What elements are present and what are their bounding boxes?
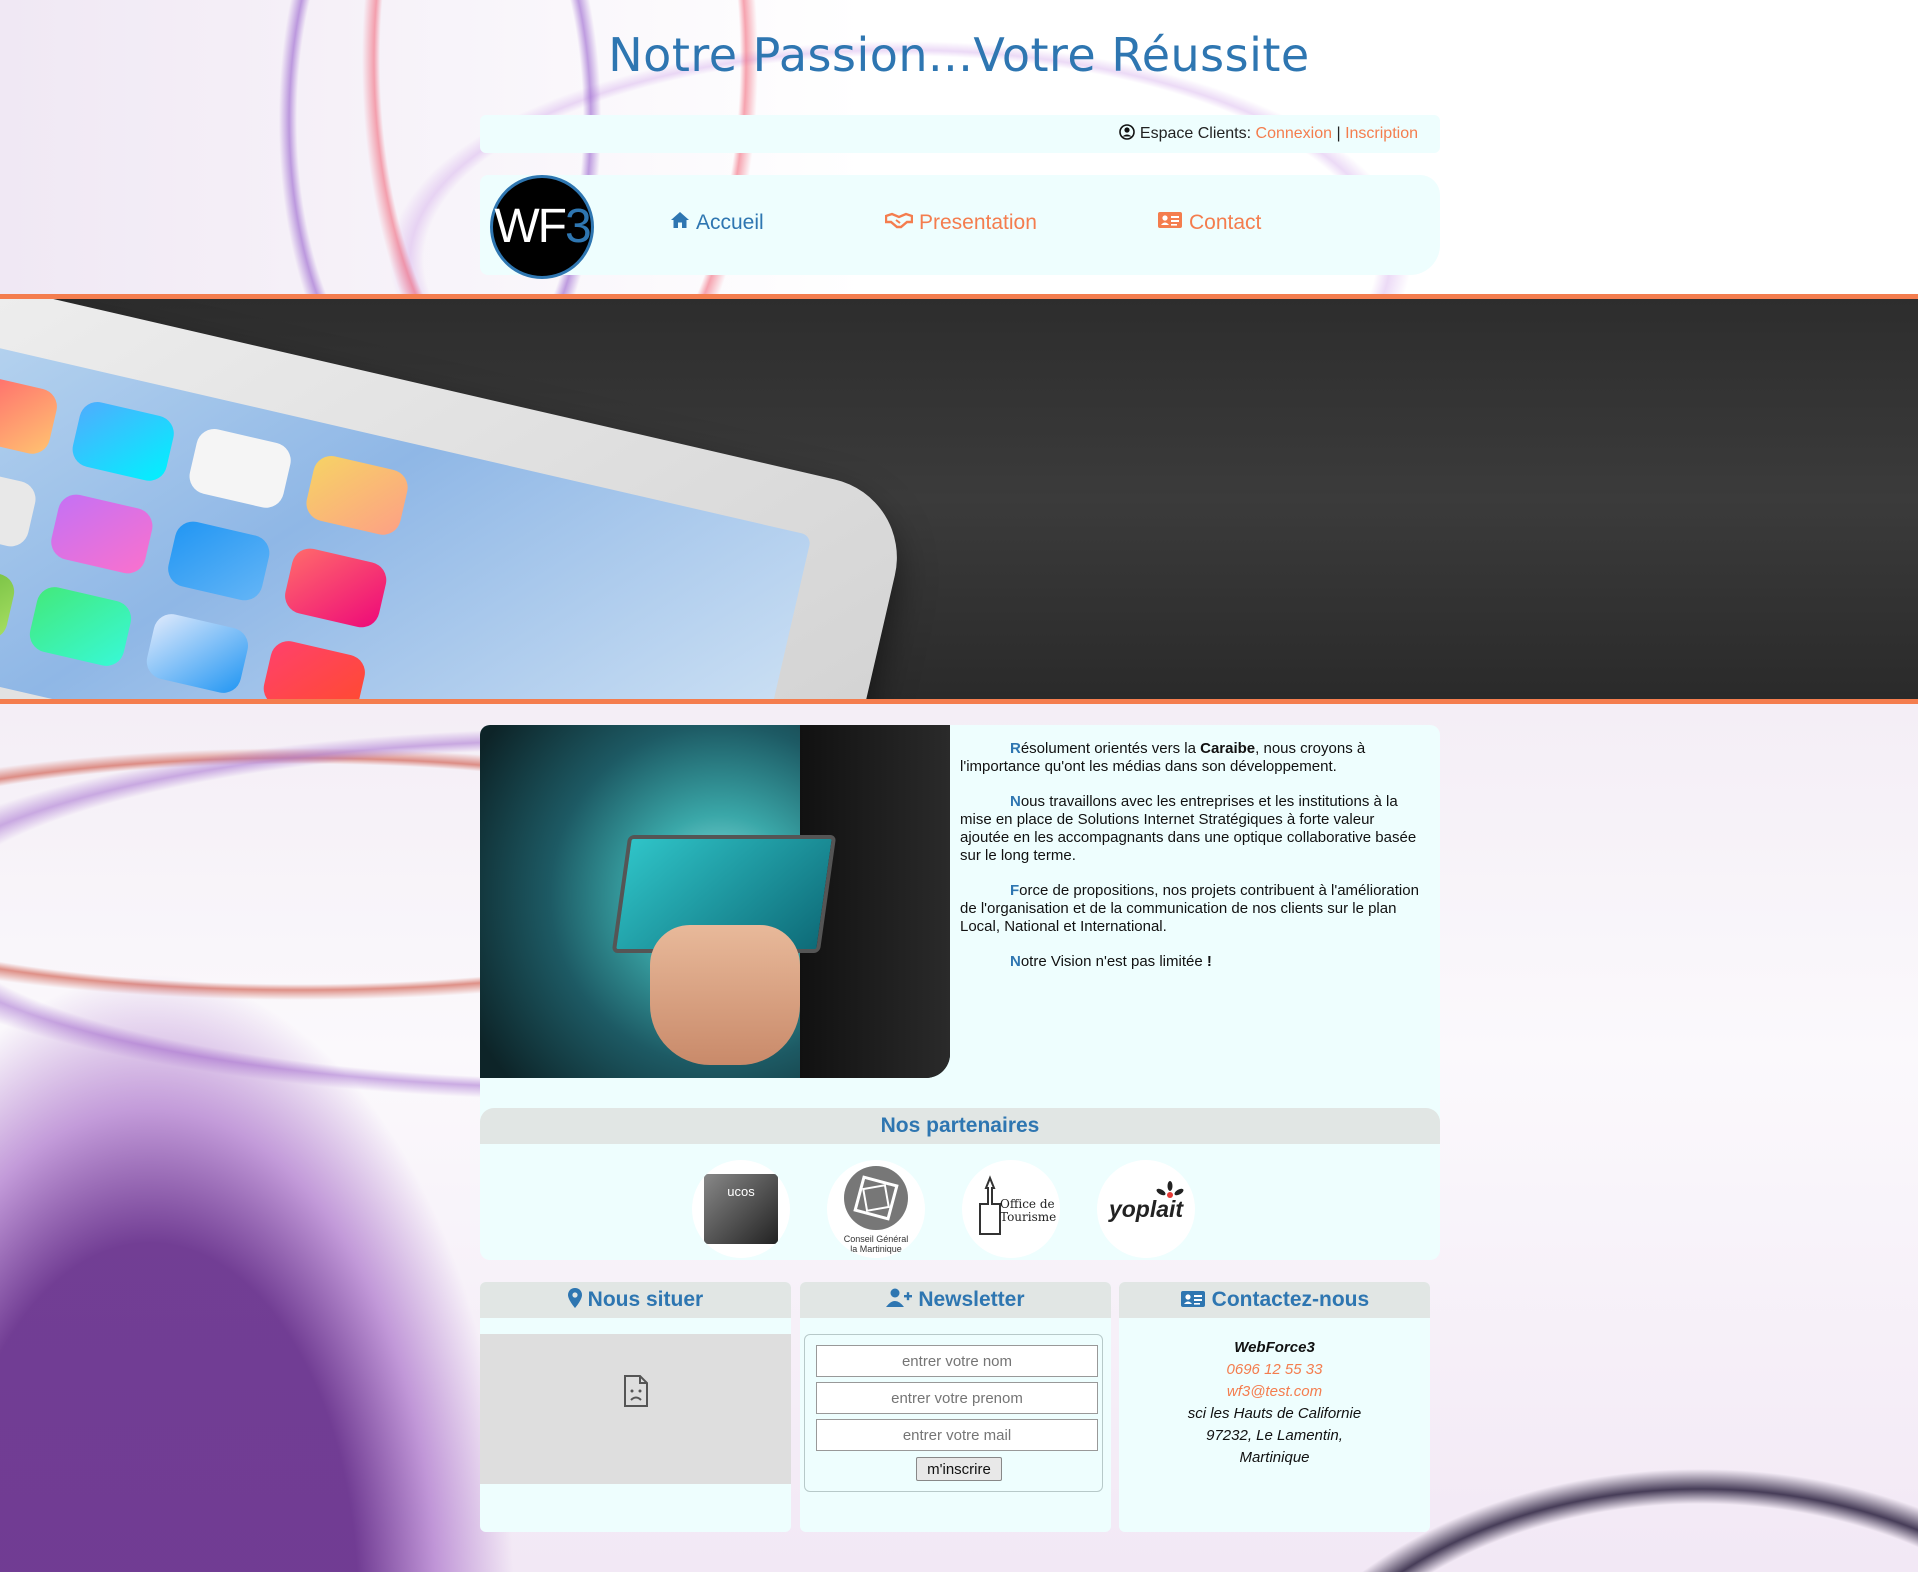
about-paragraph: Notre Vision n'est pas limitée ! (1010, 953, 1212, 970)
about-paragraph: Résolument orientés vers la Caraibe, nou… (960, 740, 1366, 775)
email-link[interactable]: wf3@test.com (1119, 1381, 1430, 1403)
newsletter-heading: Newsletter (800, 1282, 1111, 1318)
page-title: Notre Passion...Votre Réussite (608, 28, 1310, 82)
home-icon (670, 211, 690, 235)
address-card-icon (1180, 1288, 1206, 1311)
user-circle-icon (1119, 124, 1139, 142)
address-line: Martinique (1239, 1449, 1310, 1466)
user-plus-icon (886, 1288, 913, 1311)
partner-logo-office-tourisme[interactable]: Office de Tourisme (962, 1160, 1060, 1258)
nav-item-presentation[interactable]: Presentation (884, 211, 1037, 235)
partner-logo-ucos[interactable]: ucos (692, 1160, 790, 1258)
firstname-field[interactable] (816, 1382, 1098, 1414)
about-text: Résolument orientés vers la Caraibe, nou… (960, 740, 1425, 988)
contact-heading: Contactez-nous (1119, 1282, 1430, 1318)
about-paragraph: Nous travaillons avec les entreprises et… (960, 793, 1417, 864)
partner-logo-conseil-general[interactable]: Conseil Général la Martinique (827, 1160, 925, 1258)
broken-document-icon (622, 1374, 650, 1413)
address-line: sci les Hauts de Californie (1187, 1405, 1362, 1422)
hero-banner (0, 294, 1918, 704)
address-card-icon (1157, 211, 1183, 235)
main-panel: Résolument orientés vers la Caraibe, nou… (480, 725, 1440, 1260)
partner-logo-yoplait[interactable]: yoplait (1097, 1160, 1195, 1258)
separator: | (1336, 125, 1341, 142)
about-paragraph: Force de propositions, nos projets contr… (960, 882, 1419, 935)
name-field[interactable] (816, 1345, 1098, 1377)
client-bar-label: Espace Clients: (1139, 125, 1252, 142)
tech-illustration (480, 725, 950, 1078)
locate-box: Nous situer (480, 1282, 791, 1532)
address-line: 97232, Le Lamentin, (1206, 1427, 1343, 1444)
email-field[interactable] (816, 1419, 1098, 1451)
subscribe-button[interactable]: m'inscrire (916, 1457, 1002, 1481)
newsletter-box: Newsletter m'inscrire (800, 1282, 1111, 1532)
company-name: WebForce3 (1234, 1339, 1315, 1356)
login-link[interactable]: Connexion (1256, 125, 1333, 142)
map-frame[interactable] (480, 1334, 791, 1484)
nav-item-accueil[interactable]: Accueil (670, 211, 764, 235)
contact-box: Contactez-nous WebForce3 0696 12 55 33 w… (1119, 1282, 1430, 1532)
partners-heading: Nos partenaires (480, 1108, 1440, 1144)
newsletter-form: m'inscrire (804, 1334, 1103, 1492)
register-link[interactable]: Inscription (1345, 125, 1418, 142)
phone-link[interactable]: 0696 12 55 33 (1119, 1359, 1430, 1381)
smartphone-image (0, 299, 913, 699)
client-bar: Espace Clients: Connexion | Inscription (480, 115, 1440, 153)
main-nav: WF3 Accueil Presentation Contact (480, 175, 1440, 279)
handshake-icon (884, 211, 914, 235)
wf3-logo[interactable]: WF3 (490, 175, 594, 279)
contact-details: WebForce3 0696 12 55 33 wf3@test.com sci… (1119, 1337, 1430, 1469)
nav-item-contact[interactable]: Contact (1157, 211, 1261, 235)
map-marker-icon (567, 1288, 582, 1311)
locate-heading: Nous situer (480, 1282, 791, 1318)
